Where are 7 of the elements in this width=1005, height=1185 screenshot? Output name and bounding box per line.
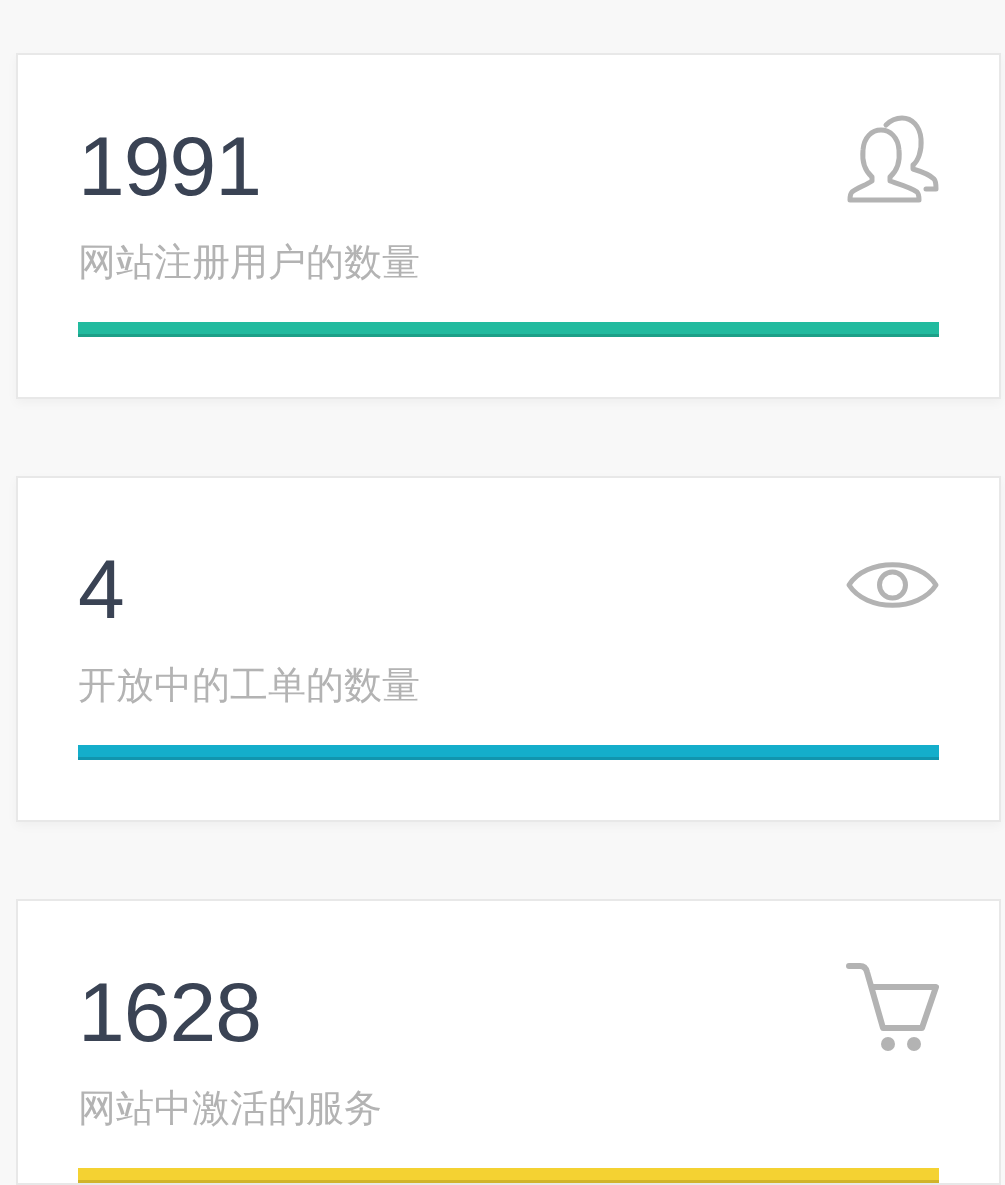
stat-value: 1628 [78, 970, 261, 1054]
cart-icon [846, 962, 939, 1052]
stat-label: 网站注册用户的数量 [78, 243, 420, 281]
stat-label: 开放中的工单的数量 [78, 666, 420, 704]
stat-value: 4 [78, 547, 124, 631]
stat-value: 1991 [78, 124, 261, 208]
stat-label: 网站中激活的服务 [78, 1089, 382, 1127]
